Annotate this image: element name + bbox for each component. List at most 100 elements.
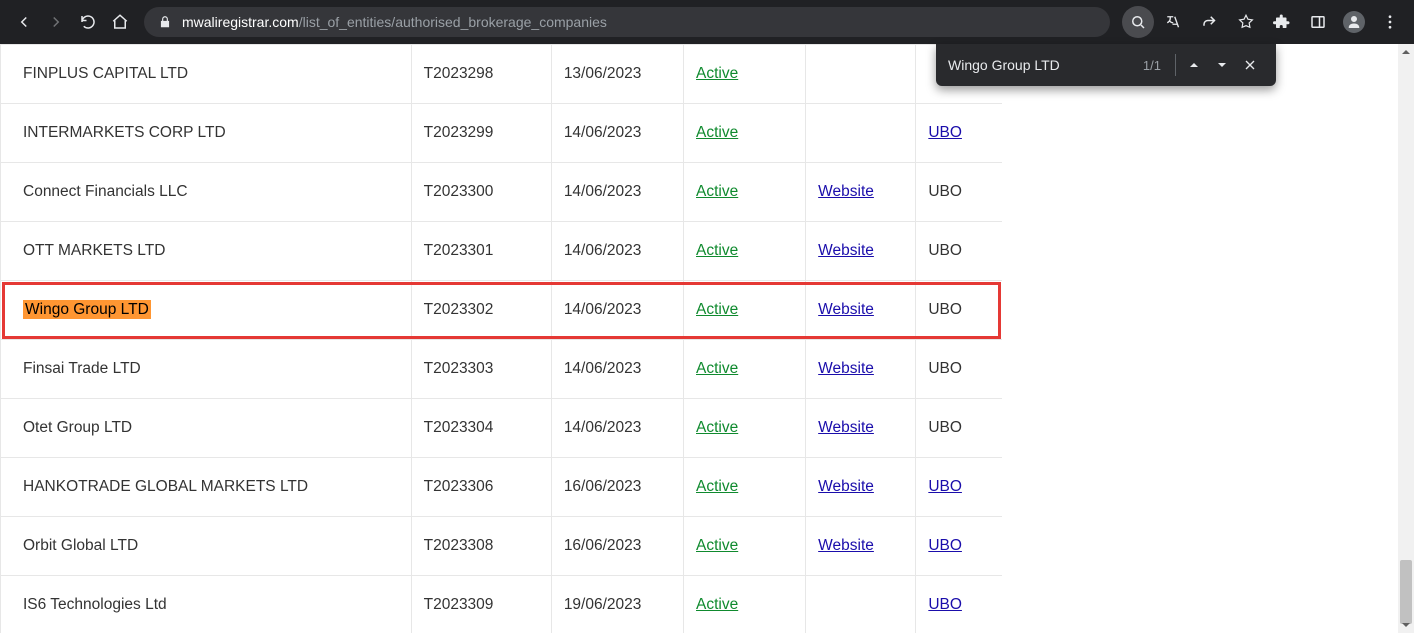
entity-name: INTERMARKETS CORP LTD [23, 124, 226, 141]
status-link[interactable]: Active [696, 419, 738, 436]
website-cell: Website [806, 340, 916, 399]
ubo-text: UBO [928, 360, 962, 377]
website-cell: Website [806, 517, 916, 576]
status-cell: Active [684, 340, 806, 399]
licence-cell: T2023309 [411, 576, 551, 633]
website-link[interactable]: Website [818, 478, 874, 495]
status-cell: Active [684, 458, 806, 517]
date-cell: 19/06/2023 [551, 576, 683, 633]
find-close-button[interactable] [1236, 51, 1264, 79]
website-cell [806, 104, 916, 163]
sidepanel-icon[interactable] [1302, 6, 1334, 38]
licence-cell: T2023299 [411, 104, 551, 163]
website-link[interactable]: Website [818, 242, 874, 259]
kebab-menu-icon[interactable] [1374, 6, 1406, 38]
page-blank-area [1002, 44, 1398, 633]
nav-forward-button[interactable] [42, 8, 70, 36]
entities-table: FINPLUS CAPITAL LTDT202329813/06/2023Act… [0, 44, 1002, 633]
date-cell: 16/06/2023 [551, 517, 683, 576]
share-icon[interactable] [1194, 6, 1226, 38]
website-link[interactable]: Website [818, 183, 874, 200]
status-link[interactable]: Active [696, 596, 738, 613]
status-link[interactable]: Active [696, 124, 738, 141]
ubo-cell: UBO [916, 163, 1002, 222]
entity-name-cell: Wingo Group LTD [1, 281, 412, 340]
find-query-text[interactable]: Wingo Group LTD [948, 57, 1133, 73]
table-row: IS6 Technologies LtdT202330919/06/2023 Ac… [1, 576, 1003, 633]
entity-name: Finsai Trade LTD [23, 360, 141, 377]
website-link[interactable]: Website [818, 419, 874, 436]
separator [1175, 54, 1176, 76]
entity-name-cell: Orbit Global LTD [1, 517, 412, 576]
find-prev-button[interactable] [1180, 51, 1208, 79]
licence-cell: T2023304 [411, 399, 551, 458]
status-link[interactable]: Active [696, 360, 738, 377]
url-domain: mwaliregistrar.com [182, 14, 299, 30]
entity-name-cell: INTERMARKETS CORP LTD [1, 104, 412, 163]
website-link[interactable]: Website [818, 301, 874, 318]
date-cell: 14/06/2023 [551, 163, 683, 222]
ubo-link[interactable]: UBO [928, 478, 962, 495]
status-cell: Active [684, 281, 806, 340]
table-row: FINPLUS CAPITAL LTDT202329813/06/2023Act… [1, 45, 1003, 104]
website-link[interactable]: Website [818, 360, 874, 377]
status-link[interactable]: Active [696, 242, 738, 259]
status-link[interactable]: Active [696, 183, 738, 200]
licence-cell: T2023303 [411, 340, 551, 399]
entity-name-cell: HANKOTRADE GLOBAL MARKETS LTD [1, 458, 412, 517]
status-cell: Active [684, 45, 806, 104]
profile-avatar[interactable] [1338, 6, 1370, 38]
date-cell: 14/06/2023 [551, 399, 683, 458]
table-row: OTT MARKETS LTDT202330114/06/2023ActiveW… [1, 222, 1003, 281]
entity-name-cell: IS6 Technologies Ltd [1, 576, 412, 633]
entity-name: OTT MARKETS LTD [23, 242, 165, 259]
status-link[interactable]: Active [696, 301, 738, 318]
licence-cell: T2023306 [411, 458, 551, 517]
nav-home-button[interactable] [106, 8, 134, 36]
lock-icon [158, 15, 172, 29]
vertical-scrollbar[interactable] [1398, 44, 1414, 633]
website-cell: Website [806, 458, 916, 517]
date-cell: 14/06/2023 [551, 281, 683, 340]
status-link[interactable]: Active [696, 537, 738, 554]
entity-name-cell: OTT MARKETS LTD [1, 222, 412, 281]
find-in-page-icon[interactable] [1122, 6, 1154, 38]
address-bar[interactable]: mwaliregistrar.com/list_of_entities/auth… [144, 7, 1110, 37]
nav-reload-button[interactable] [74, 8, 102, 36]
website-cell: Website [806, 399, 916, 458]
bookmark-star-icon[interactable] [1230, 6, 1262, 38]
scroll-down-arrow[interactable] [1398, 617, 1414, 633]
ubo-text: UBO [928, 301, 962, 318]
ubo-text: UBO [928, 419, 962, 436]
status-link[interactable]: Active [696, 65, 738, 82]
url-path: /list_of_entities/authorised_brokerage_c… [299, 14, 607, 30]
entity-name: Orbit Global LTD [23, 537, 138, 554]
scrollbar-thumb[interactable] [1400, 560, 1412, 624]
extensions-icon[interactable] [1266, 6, 1298, 38]
website-cell: Website [806, 163, 916, 222]
scroll-up-arrow[interactable] [1398, 44, 1414, 60]
ubo-link[interactable]: UBO [928, 124, 962, 141]
entity-name-cell: Finsai Trade LTD [1, 340, 412, 399]
table-row: Connect Financials LLCT202330014/06/2023… [1, 163, 1003, 222]
entity-name: HANKOTRADE GLOBAL MARKETS LTD [23, 478, 308, 495]
website-link[interactable]: Website [818, 537, 874, 554]
ubo-link[interactable]: UBO [928, 537, 962, 554]
find-in-page-bar: Wingo Group LTD 1/1 [936, 44, 1276, 86]
ubo-cell: UBO [916, 399, 1002, 458]
date-cell: 16/06/2023 [551, 458, 683, 517]
status-link[interactable]: Active [696, 478, 738, 495]
translate-icon[interactable] [1158, 6, 1190, 38]
entity-name-cell: Connect Financials LLC [1, 163, 412, 222]
ubo-cell: UBO [916, 517, 1002, 576]
table-row: INTERMARKETS CORP LTDT202329914/06/2023A… [1, 104, 1003, 163]
status-cell: Active [684, 399, 806, 458]
ubo-link[interactable]: UBO [928, 596, 962, 613]
table-row: Otet Group LTDT202330414/06/2023ActiveWe… [1, 399, 1003, 458]
status-cell: Active [684, 576, 806, 633]
table-row: Wingo Group LTDT202330214/06/2023ActiveW… [1, 281, 1003, 340]
ubo-cell: UBO [916, 281, 1002, 340]
nav-back-button[interactable] [10, 8, 38, 36]
find-next-button[interactable] [1208, 51, 1236, 79]
status-cell: Active [684, 222, 806, 281]
